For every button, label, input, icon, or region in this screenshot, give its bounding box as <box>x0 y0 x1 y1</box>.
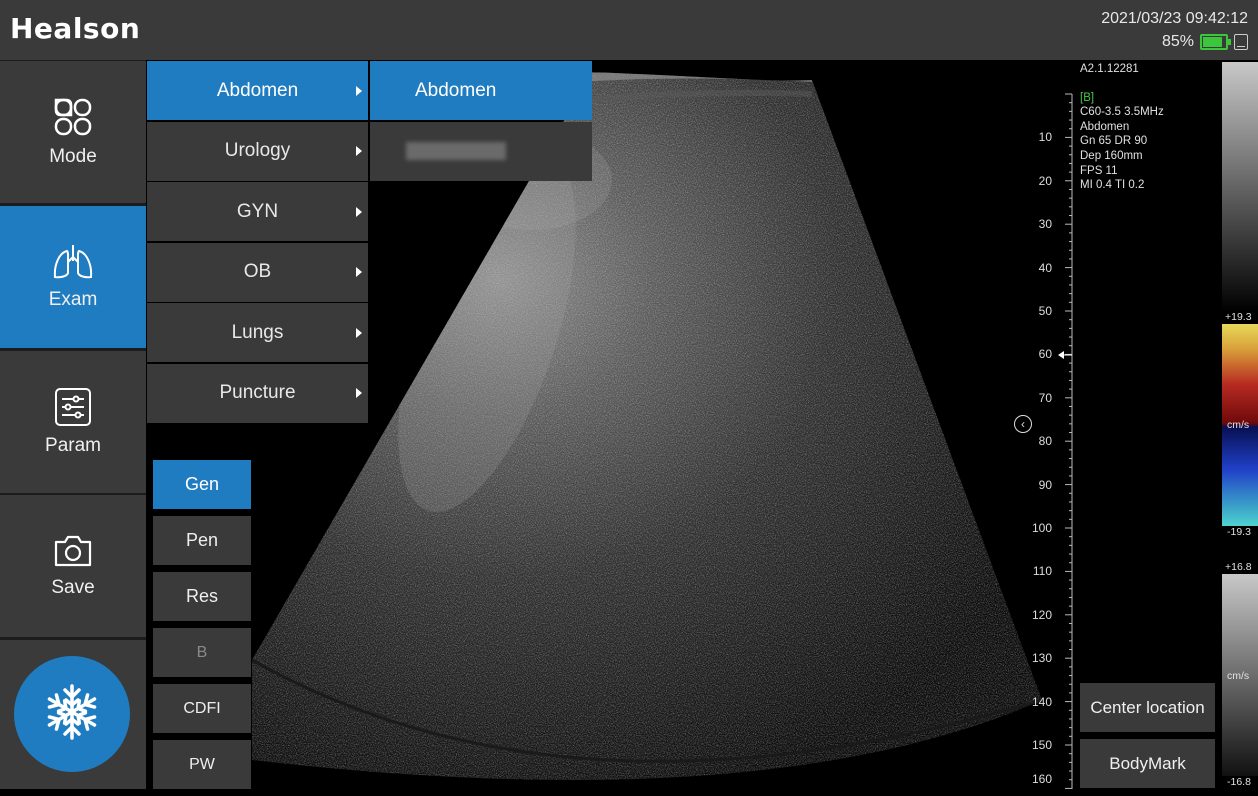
exam-menu-item-urology[interactable]: Urology <box>147 121 368 181</box>
exam-menu-item-ob[interactable]: OB <box>147 242 368 302</box>
brand-logo: Healson <box>10 12 141 45</box>
lungs-icon <box>52 243 94 281</box>
exam-submenu: Abdomen <box>370 61 592 182</box>
depth-tick-label: 70 <box>1038 390 1052 405</box>
software-version: A2.1.12281 <box>1080 63 1139 75</box>
exam-menu-item-gyn[interactable]: GYN <box>147 182 368 241</box>
exam-menu-label: Urology <box>224 140 291 161</box>
sidebar-item-exam[interactable]: Exam <box>0 206 146 348</box>
pw-max-label: +16.8 <box>1225 561 1252 573</box>
depth-tick-label: 10 <box>1038 130 1052 145</box>
depth-tick-label: 160 <box>1031 772 1052 786</box>
submenu-arrow-icon <box>356 267 362 277</box>
depth-tick-label: 140 <box>1031 694 1052 709</box>
submenu-arrow-icon <box>356 146 362 156</box>
freeze-button[interactable] <box>14 656 130 772</box>
submenu-arrow-icon <box>356 85 362 96</box>
exam-menu-label: Abdomen <box>216 79 299 101</box>
submenu-arrow-icon <box>356 327 362 338</box>
pw-unit-label: cm/s <box>1227 670 1250 682</box>
collapse-panel-icon[interactable]: ‹ <box>1014 415 1032 433</box>
submenu-item-abdomen[interactable]: Abdomen <box>370 61 592 120</box>
exam-menu-item-abdomen[interactable]: Abdomen <box>147 61 368 120</box>
sidebar-item-label: Save <box>51 577 95 598</box>
sidebar-item-save[interactable]: Save <box>0 495 146 637</box>
depth-tick-label: 60 <box>1038 347 1052 362</box>
pw-min-label: -16.8 <box>1227 776 1251 788</box>
depth-tick-label: 110 <box>1032 564 1052 579</box>
depth-readout: Dep 160mm <box>1080 149 1143 162</box>
submenu-label: Abdomen <box>415 79 497 101</box>
sidebar: Mode Exam Param Save <box>0 60 146 789</box>
status-row: 85% <box>1162 33 1248 51</box>
sliders-icon <box>54 387 92 427</box>
mode-button-pen[interactable]: Pen <box>153 516 251 565</box>
fps-readout: FPS 11 <box>1080 164 1118 177</box>
depth-tick-label: 50 <box>1038 304 1052 318</box>
grayscale-bar <box>1222 62 1258 312</box>
sidebar-item-param[interactable]: Param <box>0 351 146 493</box>
top-bar: Healson 2021/03/23 09:42:12 85% <box>0 0 1258 60</box>
redacted-label <box>406 142 506 160</box>
mode-button-cdfi[interactable]: CDFI <box>153 684 251 733</box>
probe-info: A2.1.12281 [B] C60-3.5 3.5MHz Abdomen Gn… <box>1080 62 1164 193</box>
body-mark-button[interactable]: BodyMark <box>1080 739 1215 788</box>
submenu-arrow-icon <box>356 388 362 398</box>
mode-grid-icon <box>52 96 94 138</box>
sidebar-item-label: Mode <box>49 146 97 167</box>
imaging-mode-buttons: Gen Pen Res B CDFI PW <box>153 460 251 796</box>
probe-name: C60-3.5 3.5MHz <box>1080 106 1164 119</box>
submenu-arrow-icon <box>356 206 362 217</box>
depth-tick-label: 150 <box>1031 738 1052 752</box>
depth-tick-label: 100 <box>1031 521 1052 535</box>
depth-tick-label: 90 <box>1038 477 1052 492</box>
focus-marker-icon[interactable] <box>1056 350 1076 360</box>
preset-name: Abdomen <box>1080 120 1130 133</box>
exam-menu-item-lungs[interactable]: Lungs <box>147 303 368 362</box>
camera-icon <box>52 533 94 569</box>
sidebar-item-mode[interactable]: Mode <box>0 61 146 203</box>
depth-tick-label: 80 <box>1038 434 1052 449</box>
battery-icon <box>1200 34 1231 50</box>
sidebar-item-label: Param <box>45 435 101 456</box>
exam-menu: Abdomen Urology GYN OB Lungs Puncture <box>147 61 368 424</box>
sidebar-item-label: Exam <box>48 289 98 310</box>
cfm-unit-label: cm/s <box>1227 419 1250 431</box>
mode-button-pw[interactable]: PW <box>153 740 251 789</box>
cfm-min-label: -19.3 <box>1227 526 1251 538</box>
depth-tick-label: 130 <box>1031 651 1052 666</box>
exam-menu-label: GYN <box>236 200 279 222</box>
mode-button-res[interactable]: Res <box>153 572 251 621</box>
device-icon <box>1234 34 1248 50</box>
gain-dr: Gn 65 DR 90 <box>1080 135 1148 148</box>
freeze-panel <box>0 640 146 789</box>
depth-tick-label: 30 <box>1038 217 1052 232</box>
cfm-max-label: +19.3 <box>1225 311 1252 323</box>
exam-menu-label: OB <box>243 261 272 282</box>
exam-menu-label: Puncture <box>219 382 296 403</box>
exam-menu-label: Lungs <box>231 321 284 343</box>
battery-percent: 85% <box>1161 33 1194 50</box>
submenu-item-blurred[interactable] <box>370 121 592 181</box>
mi-ti-readout: MI 0.4 TI 0.2 <box>1080 179 1145 192</box>
exam-menu-item-puncture[interactable]: Puncture <box>147 363 368 423</box>
center-location-button[interactable]: Center location <box>1080 683 1215 732</box>
mode-button-gen[interactable]: Gen <box>153 460 251 509</box>
datetime: 2021/03/23 09:42:12 <box>1101 10 1248 27</box>
mode-tag: [B] <box>1080 91 1095 104</box>
depth-tick-label: 20 <box>1038 173 1052 188</box>
depth-tick-label: 120 <box>1031 607 1052 622</box>
depth-tick-label: 40 <box>1038 260 1052 275</box>
snowflake-icon <box>42 682 102 747</box>
mode-button-b: B <box>153 628 251 677</box>
